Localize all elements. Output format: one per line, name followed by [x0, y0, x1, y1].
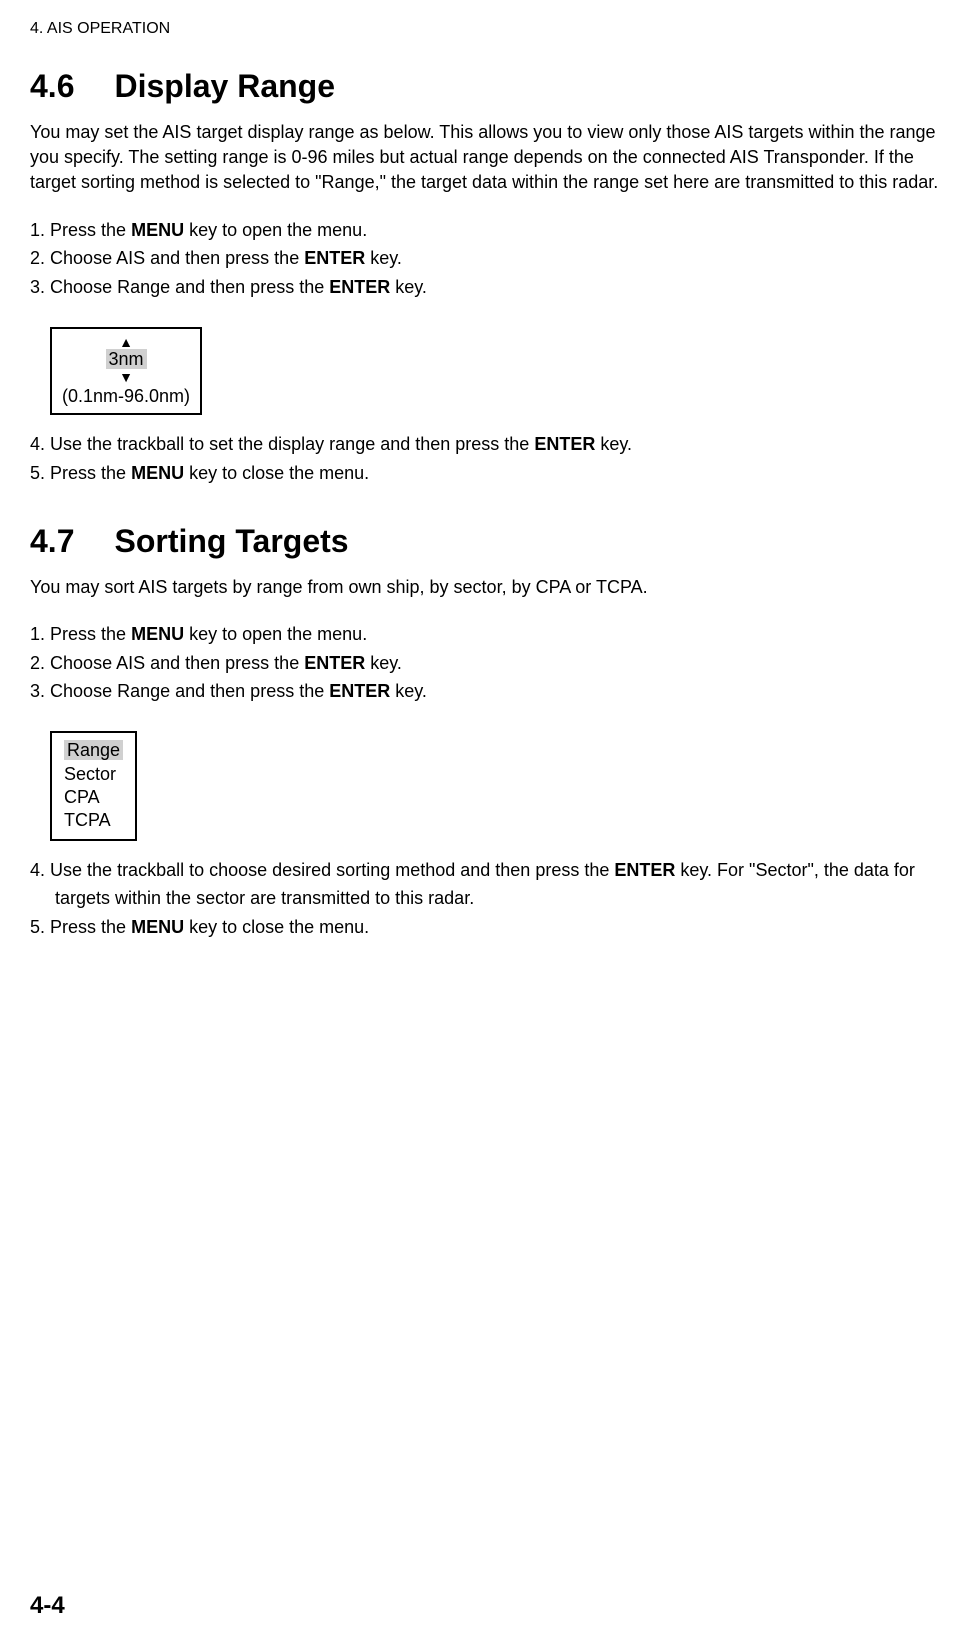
page-number: 4-4: [30, 1592, 65, 1620]
chapter-header: 4. AIS OPERATION: [30, 20, 943, 38]
list-item: 2. Choose AIS and then press the ENTER k…: [30, 649, 943, 678]
section-47-steps-a: 1. Press the MENU key to open the menu. …: [30, 620, 943, 706]
list-item: 2. Choose AIS and then press the ENTER k…: [30, 244, 943, 273]
sort-option-tcpa: TCPA: [62, 809, 125, 832]
arrow-down-icon: ▼: [62, 370, 190, 384]
sort-option-sector: Sector: [62, 763, 125, 786]
list-item: 1. Press the MENU key to open the menu.: [30, 216, 943, 245]
arrow-up-icon: ▲: [62, 335, 190, 349]
section-title-text: Display Range: [114, 68, 335, 104]
list-item: 1. Press the MENU key to open the menu.: [30, 620, 943, 649]
section-47-title: 4.7 Sorting Targets: [30, 523, 943, 560]
sort-figure-box: Range Sector CPA TCPA: [50, 731, 137, 841]
list-item: 4. Use the trackball to choose desired s…: [30, 856, 943, 914]
list-item: 5. Press the MENU key to close the menu.: [30, 913, 943, 942]
list-item: 4. Use the trackball to set the display …: [30, 430, 943, 459]
range-limits: (0.1nm-96.0nm): [62, 386, 190, 407]
sort-option-range: Range: [62, 739, 125, 762]
range-value: 3nm: [62, 349, 190, 370]
list-item: 3. Choose Range and then press the ENTER…: [30, 273, 943, 302]
section-47-steps-b: 4. Use the trackball to choose desired s…: [30, 856, 943, 942]
section-number: 4.6: [30, 68, 74, 105]
section-46-intro: You may set the AIS target display range…: [30, 120, 943, 196]
list-item: 3. Choose Range and then press the ENTER…: [30, 677, 943, 706]
section-46-steps-a: 1. Press the MENU key to open the menu. …: [30, 216, 943, 302]
section-46-steps-b: 4. Use the trackball to set the display …: [30, 430, 943, 488]
list-item: 5. Press the MENU key to close the menu.: [30, 459, 943, 488]
section-46-title: 4.6 Display Range: [30, 68, 943, 105]
section-title-text: Sorting Targets: [114, 523, 348, 559]
section-number: 4.7: [30, 523, 74, 560]
sort-option-cpa: CPA: [62, 786, 125, 809]
section-47-intro: You may sort AIS targets by range from o…: [30, 575, 943, 600]
range-figure-box: ▲ 3nm ▼ (0.1nm-96.0nm): [50, 327, 202, 415]
